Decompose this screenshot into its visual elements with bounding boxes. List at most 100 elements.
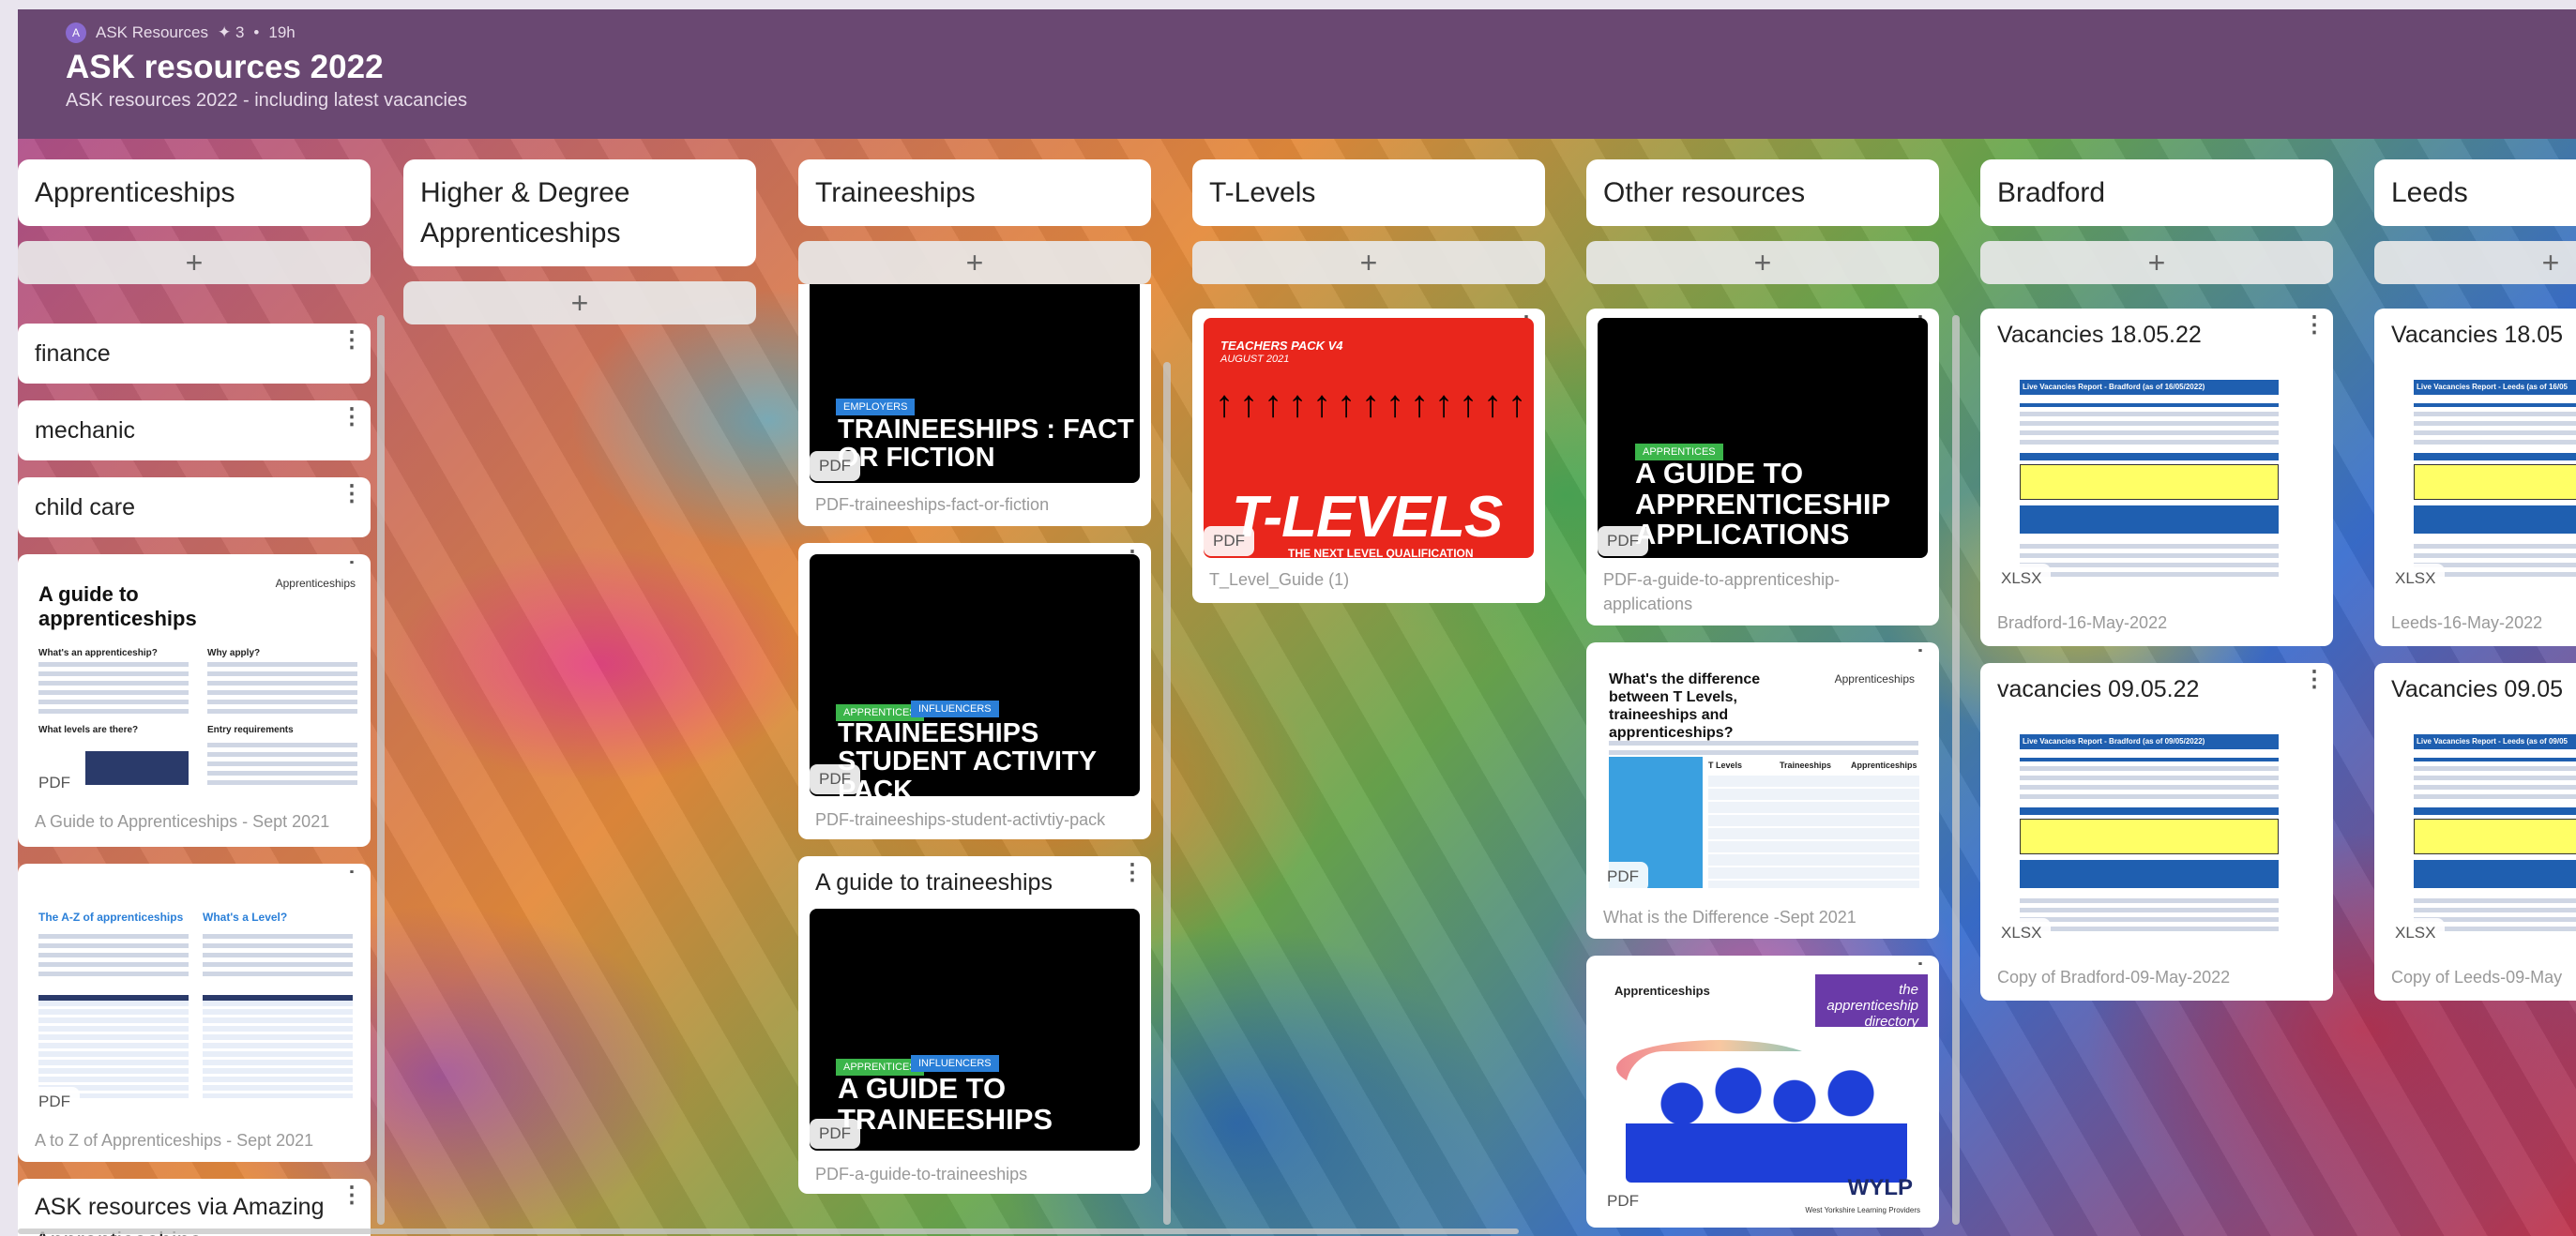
board-header (18, 9, 2576, 139)
report-body (2020, 539, 2279, 581)
pdf-thumbnail[interactable]: APPRENTICES A GUIDE TO APPRENTICESHIP AP… (1598, 318, 1928, 558)
post-card[interactable]: ⋮ Vacancies 18.05 Live Vacancies Report … (2374, 309, 2576, 646)
post-card[interactable]: ⋮ A guide to apprenticeships Apprentices… (18, 554, 371, 847)
post-menu-icon[interactable]: ⋮ (341, 406, 363, 429)
thumb-body (38, 929, 189, 981)
post-menu-icon[interactable]: ⋮ (1121, 862, 1144, 884)
people-silhouettes (1626, 1051, 1907, 1183)
add-post-button[interactable]: + (403, 281, 756, 324)
author-avatar[interactable]: A (66, 23, 86, 43)
post-card[interactable]: ⋮ A guide to traineeships APPRENTICES IN… (798, 856, 1151, 1194)
thumb-headline: T-LEVELS (1232, 485, 1503, 550)
post-card[interactable]: ⋮ What's the difference between T Levels… (1586, 642, 1939, 939)
pdf-thumbnail[interactable]: APPRENTICES INFLUENCERS TRAINEESHIPS STU… (810, 554, 1140, 796)
file-type-badge: PDF (810, 451, 860, 481)
attachment-caption[interactable]: Copy of Bradford-09-May-2022 (1997, 965, 2230, 989)
xlsx-thumbnail[interactable]: Live Vacancies Report - Bradford (as of … (1992, 361, 2322, 599)
column-traineeships: Traineeships + EMPLOYERS TRAINEESHIPS : … (798, 159, 1151, 1236)
post-menu-icon[interactable]: ⋮ (2303, 669, 2326, 691)
file-type-badge: PDF (1204, 526, 1254, 556)
column-scrollbar[interactable] (1952, 315, 1960, 1225)
post-menu-icon[interactable]: ⋮ (341, 483, 363, 505)
add-post-button[interactable]: + (1192, 241, 1545, 284)
board-meta: A ASK Resources ✦ 3 • 19h (66, 23, 295, 43)
separator-dot: • (253, 23, 260, 41)
arrows-pattern: ↑↑↑↑↑↑↑↑↑↑↑↑↑↑↑↑↑↑↑↑ (1215, 384, 1524, 425)
board-subtitle: ASK resources 2022 - including latest va… (66, 90, 468, 111)
post-menu-icon[interactable]: ⋮ (2303, 314, 2326, 337)
attachment-caption[interactable]: Bradford-16-May-2022 (1997, 610, 2167, 635)
post-card[interactable]: ⋮ finance (18, 324, 371, 384)
post-card[interactable]: ⋮ vacancies 09.05.22 Live Vacancies Repo… (1980, 663, 2333, 1001)
report-header: Live Vacancies Report - Leeds (as of 09/… (2414, 734, 2576, 749)
column-title[interactable]: T-Levels (1192, 159, 1545, 226)
report-header: Live Vacancies Report - Leeds (as of 16/… (2414, 380, 2576, 395)
pdf-thumbnail[interactable]: EMPLOYERS TRAINEESHIPS : FACT OR FICTION… (810, 284, 1140, 483)
post-card[interactable]: ⋮ Vacancies 09.05 Live Vacancies Report … (2374, 663, 2576, 1001)
post-card[interactable]: ⋮ child care (18, 477, 371, 537)
xlsx-thumbnail[interactable]: Live Vacancies Report - Leeds (as of 09/… (2386, 716, 2576, 954)
post-card[interactable]: ⋮ TEACHERS PACK V4 AUGUST 2021 ↑↑↑↑↑↑↑↑↑… (1192, 309, 1545, 603)
pdf-thumbnail[interactable]: What's the difference between T Levels, … (1598, 652, 1928, 894)
report-bar (2020, 860, 2279, 888)
xlsx-thumbnail[interactable]: Live Vacancies Report - Bradford (as of … (1992, 716, 2322, 954)
horizontal-scrollbar[interactable] (18, 1228, 1519, 1234)
xlsx-thumbnail[interactable]: Live Vacancies Report - Leeds (as of 16/… (2386, 361, 2576, 599)
column-cards: ⋮ finance ⋮ mechanic ⋮ child care ⋮ A gu… (18, 284, 371, 1236)
file-type-badge: XLSX (1992, 918, 2052, 948)
pdf-thumbnail[interactable]: Apprenticeships the apprenticeship direc… (1598, 965, 1928, 1218)
thumb-heading: What's the difference between T Levels, … (1609, 671, 1761, 741)
report-bar (2414, 453, 2576, 460)
likes-count[interactable]: ✦ 3 (218, 23, 244, 42)
thumb-text: T Levels (1708, 761, 1743, 770)
report-bar (2414, 807, 2576, 815)
attachment-caption[interactable]: PDF-traineeships-fact-or-fiction (815, 492, 1049, 517)
post-card[interactable]: ⋮ The A-Z of apprenticeships What's a Le… (18, 864, 371, 1162)
workspace-name[interactable]: ASK Resources (96, 23, 208, 42)
report-highlight (2020, 464, 2279, 500)
column-title[interactable]: Leeds (2374, 159, 2576, 226)
thumb-heading: apprenticeships (38, 607, 197, 630)
post-card[interactable]: ⋮ APPRENTICES A GUIDE TO APPRENTICESHIP … (1586, 309, 1939, 626)
pdf-thumbnail[interactable]: APPRENTICES INFLUENCERS A GUIDE TO TRAIN… (810, 909, 1140, 1151)
attachment-caption[interactable]: A to Z of Apprenticeships - Sept 2021 (35, 1128, 313, 1153)
column-scrollbar[interactable] (377, 315, 385, 1225)
pdf-thumbnail[interactable]: The A-Z of apprenticeships What's a Leve… (29, 873, 359, 1119)
file-type-badge: XLSX (1992, 564, 2052, 594)
add-post-button[interactable]: + (2374, 241, 2576, 284)
post-menu-icon[interactable]: ⋮ (341, 1184, 363, 1207)
add-post-button[interactable]: + (798, 241, 1151, 284)
column-scrollbar[interactable] (1163, 362, 1171, 1225)
add-post-button[interactable]: + (1586, 241, 1939, 284)
report-body (2414, 753, 2576, 804)
column-title[interactable]: Apprenticeships (18, 159, 371, 226)
post-menu-icon[interactable]: ⋮ (341, 329, 363, 352)
thumb-headline: A GUIDE TO TRAINEESHIPS (838, 1072, 1053, 1136)
attachment-caption[interactable]: What is the Difference -Sept 2021 (1603, 905, 1856, 929)
column-title[interactable]: Other resources (1586, 159, 1939, 226)
post-title: finance (35, 340, 111, 367)
post-card[interactable]: EMPLOYERS TRAINEESHIPS : FACT OR FICTION… (798, 284, 1151, 526)
attachment-caption[interactable]: T_Level_Guide (1) (1209, 567, 1349, 592)
attachment-caption[interactable]: Copy of Leeds-09-May (2391, 965, 2562, 989)
attachment-caption[interactable]: PDF-a-guide-to-traineeships (815, 1162, 1027, 1186)
thumb-body (207, 738, 357, 790)
post-card[interactable]: ⋮ Vacancies 18.05.22 Live Vacancies Repo… (1980, 309, 2333, 646)
pdf-thumbnail[interactable]: A guide to apprenticeships Apprenticeshi… (29, 564, 359, 800)
post-card[interactable]: ⋮ APPRENTICES INFLUENCERS TRAINEESHIPS S… (798, 543, 1151, 839)
column-title[interactable]: Traineeships (798, 159, 1151, 226)
thumb-headline: TRAINEESHIPS STUDENT ACTIVITY PACK (838, 718, 1097, 796)
post-card[interactable]: ⋮ Apprenticeships the apprenticeship dir… (1586, 956, 1939, 1228)
attachment-caption[interactable]: A Guide to Apprenticeships - Sept 2021 (35, 809, 329, 834)
post-card[interactable]: ⋮ mechanic (18, 400, 371, 460)
post-age: 19h (268, 23, 295, 41)
post-card[interactable]: ⋮ ASK resources via Amazing Apprenticesh… (18, 1179, 371, 1236)
column-title[interactable]: Higher & Degree Apprenticeships (403, 159, 756, 266)
pdf-thumbnail[interactable]: TEACHERS PACK V4 AUGUST 2021 ↑↑↑↑↑↑↑↑↑↑↑… (1204, 318, 1534, 558)
column-title[interactable]: Bradford (1980, 159, 2333, 226)
attachment-caption[interactable]: PDF-a-guide-to-apprenticeship-applicatio… (1603, 567, 1922, 616)
attachment-caption[interactable]: Leeds-16-May-2022 (2391, 610, 2542, 635)
attachment-caption[interactable]: PDF-traineeships-student-activtiy-pack (815, 807, 1105, 832)
add-post-button[interactable]: + (1980, 241, 2333, 284)
add-post-button[interactable]: + (18, 241, 371, 284)
